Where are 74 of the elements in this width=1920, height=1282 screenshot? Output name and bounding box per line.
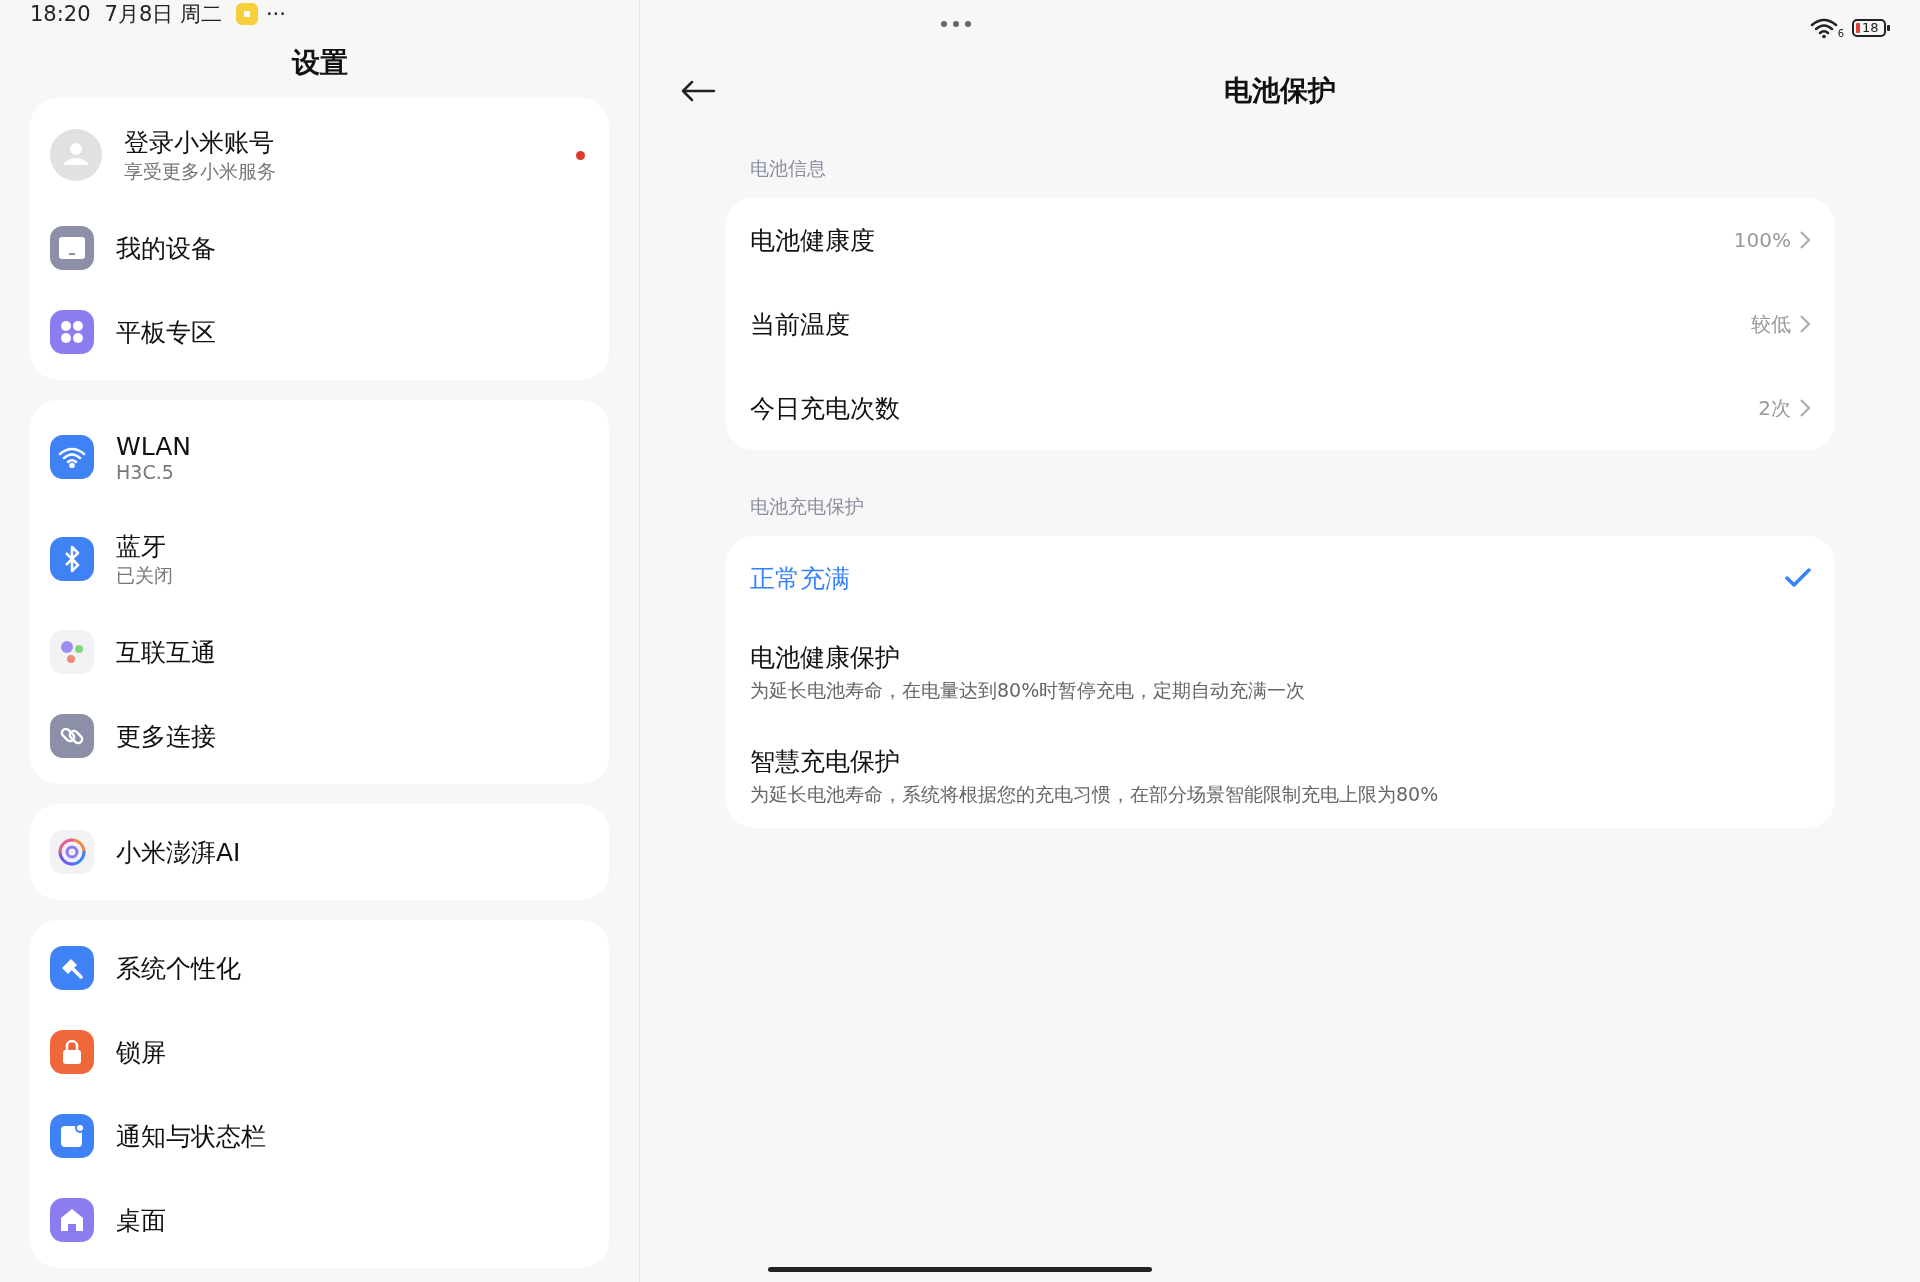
item-label: 平板专区 (116, 316, 216, 349)
apps-icon (50, 310, 94, 354)
item-label: 小米澎湃AI (116, 836, 241, 869)
page-title: 电池保护 (1224, 73, 1336, 109)
chevron-right-icon (1799, 314, 1811, 334)
lock-icon (50, 1030, 94, 1074)
home-icon (50, 1198, 94, 1242)
item-label: WLAN (116, 431, 192, 461)
item-label: 系统个性化 (116, 952, 241, 985)
row-label: 当前温度 (750, 308, 851, 341)
item-label: 互联互通 (116, 636, 216, 669)
window-handle-icon (940, 20, 972, 28)
settings-item[interactable]: 系统个性化 (30, 926, 609, 1010)
more-notifications: ··· (265, 2, 286, 26)
settings-item[interactable]: 我的设备 (30, 206, 609, 290)
wifi-signal-icon (1809, 17, 1838, 39)
section-header: 电池充电保护 (750, 494, 864, 519)
item-sublabel: 已关闭 (116, 562, 173, 588)
item-label: 通知与状态栏 (116, 1120, 266, 1153)
wifi-icon (50, 435, 94, 479)
settings-item[interactable]: WLAN H3C.5 (30, 406, 609, 508)
option-label: 正常充满 (750, 562, 850, 595)
settings-item[interactable]: 更多连接 (30, 694, 609, 778)
date: 7月8日 周二 (104, 1, 222, 28)
clock: 18:20 (30, 2, 91, 26)
back-arrow-icon[interactable] (680, 79, 716, 103)
brush-icon (50, 946, 94, 990)
sidebar-title: 设置 (290, 45, 349, 81)
option-description: 为延长电池寿命，系统将根据您的充电习惯，在部分场景智能限制充电上限为80% (750, 781, 1439, 807)
dots-icon (50, 630, 94, 674)
settings-item[interactable]: 平板专区 (30, 290, 609, 374)
settings-item[interactable]: 通知与状态栏 (30, 1094, 609, 1178)
option-description: 为延长电池寿命，在电量达到80%时暂停充电，定期自动充满一次 (750, 677, 1306, 703)
notification-icon (50, 1114, 94, 1158)
bluetooth-icon (50, 537, 94, 581)
settings-item[interactable]: 小米澎湃AI (30, 810, 609, 894)
option-row[interactable]: 正常充满 (726, 536, 1835, 620)
info-row[interactable]: 今日充电次数 2次 (726, 366, 1835, 450)
item-label: 桌面 (116, 1204, 166, 1237)
item-sublabel: 享受更多小米服务 (124, 158, 276, 184)
swirl-icon (50, 830, 94, 874)
chevron-right-icon (1799, 398, 1811, 418)
row-label: 今日充电次数 (750, 392, 901, 425)
row-label: 电池健康度 (750, 224, 876, 257)
settings-item[interactable]: 登录小米账号 享受更多小米服务 (30, 104, 609, 206)
wifi-generation-label: 6 (1837, 29, 1844, 39)
row-value: 100% (1733, 228, 1791, 252)
notification-app-icon (235, 3, 258, 25)
option-row[interactable]: 智慧充电保护 为延长电池寿命，系统将根据您的充电习惯，在部分场景智能限制充电上限为80% (726, 724, 1835, 828)
option-label: 智慧充电保护 (750, 745, 900, 778)
settings-item[interactable]: 互联互通 (30, 610, 609, 694)
settings-item[interactable]: 锁屏 (30, 1010, 609, 1094)
option-label: 电池健康保护 (750, 641, 900, 674)
item-sublabel: H3C.5 (116, 460, 174, 483)
avatar-icon (50, 129, 102, 181)
tablet-icon (50, 226, 94, 270)
option-row[interactable]: 电池健康保护 为延长电池寿命，在电量达到80%时暂停充电，定期自动充满一次 (726, 620, 1835, 724)
item-label: 锁屏 (116, 1036, 166, 1069)
checkmark-icon (1785, 568, 1811, 588)
row-value: 2次 (1758, 394, 1791, 422)
section-header: 电池信息 (750, 156, 826, 181)
link-icon (50, 714, 94, 758)
battery-percent: 18 (1862, 20, 1879, 36)
item-label: 蓝牙 (116, 530, 166, 563)
battery-icon (1852, 19, 1890, 37)
row-value: 较低 (1751, 310, 1791, 338)
settings-item[interactable]: 蓝牙 已关闭 (30, 508, 609, 610)
settings-item[interactable]: 桌面 (30, 1178, 609, 1262)
item-label: 登录小米账号 (124, 126, 274, 159)
item-label: 更多连接 (116, 720, 216, 753)
info-row[interactable]: 电池健康度 100% (726, 198, 1835, 282)
info-row[interactable]: 当前温度 较低 (726, 282, 1835, 366)
chevron-right-icon (1799, 230, 1811, 250)
item-label: 我的设备 (116, 232, 216, 265)
